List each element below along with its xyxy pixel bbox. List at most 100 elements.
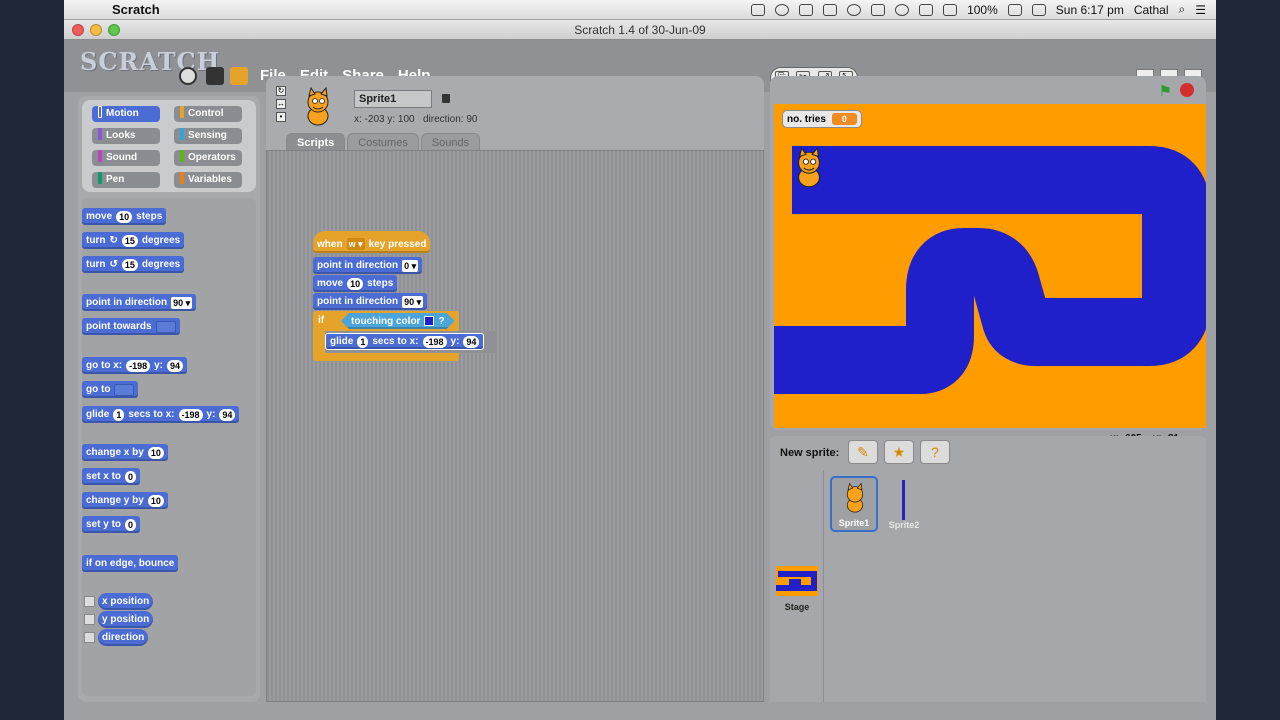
monitor-value: 0: [831, 113, 857, 125]
battery-icon[interactable]: [1007, 3, 1022, 16]
glide-block[interactable]: glide 1 secs to x: -198 y: 94: [82, 406, 240, 423]
when-key-pressed-hat[interactable]: when w key pressed: [313, 231, 431, 253]
category-sound[interactable]: Sound: [92, 150, 160, 166]
go-to-block[interactable]: go to: [82, 381, 139, 398]
bluetooth-icon[interactable]: [895, 3, 910, 16]
glide-block[interactable]: glide 1 secs to x: -198 y: 94: [325, 333, 485, 350]
x-input[interactable]: -198: [178, 408, 203, 421]
flag-icon[interactable]: [1031, 3, 1046, 16]
direction-checkbox[interactable]: [84, 632, 95, 643]
go-to-xy-block[interactable]: go to x: -198 y: 94: [82, 357, 188, 374]
y-input[interactable]: 94: [463, 335, 480, 348]
key-dropdown[interactable]: w: [346, 238, 365, 250]
turn-counterclockwise-block[interactable]: turn ↺ 15 degrees: [82, 256, 185, 273]
paint-new-sprite-button[interactable]: ✎: [848, 440, 878, 464]
x-position-checkbox[interactable]: [84, 596, 95, 607]
category-color: [98, 150, 102, 162]
category-variables[interactable]: Variables: [174, 172, 242, 188]
share-house-icon[interactable]: [230, 67, 248, 85]
category-pen[interactable]: Pen: [92, 172, 160, 188]
stage-thumbnail[interactable]: [776, 566, 818, 596]
x-position-reporter[interactable]: x position: [98, 593, 154, 610]
scripts-area[interactable]: when w key pressed point in direction0 m…: [266, 150, 764, 702]
y-position-checkbox[interactable]: [84, 614, 95, 625]
color-swatch[interactable]: [424, 316, 434, 326]
x-input[interactable]: -198: [422, 335, 447, 348]
block-text: point in direction: [86, 297, 168, 308]
move-steps-block[interactable]: move 10 steps: [82, 208, 167, 225]
status-icon-5[interactable]: [847, 3, 862, 16]
category-motion[interactable]: Motion: [92, 106, 160, 122]
number-input[interactable]: 15: [121, 258, 138, 271]
left-right-flip-icon[interactable]: ↔: [276, 99, 286, 109]
clock[interactable]: Sun 6:17 pm: [1056, 3, 1124, 17]
choose-sprite-from-file-button[interactable]: ★: [884, 440, 914, 464]
point-in-direction-block[interactable]: point in direction 90: [313, 293, 428, 310]
y-input[interactable]: 94: [167, 359, 184, 372]
change-x-block[interactable]: change x by 10: [82, 444, 168, 461]
point-in-direction-block[interactable]: point in direction 0: [313, 257, 423, 274]
number-input[interactable]: 10: [116, 210, 133, 223]
status-icon-2[interactable]: [775, 3, 790, 16]
y-position-reporter[interactable]: y position: [98, 611, 154, 628]
lock-icon[interactable]: [442, 94, 450, 103]
language-globe-icon[interactable]: [179, 67, 197, 85]
sprite-thumb-sprite2[interactable]: Sprite2: [880, 476, 928, 532]
rotate-all-around-icon[interactable]: ↻: [276, 86, 286, 96]
change-y-block[interactable]: change y by 10: [82, 492, 168, 509]
dont-rotate-icon[interactable]: •: [276, 112, 286, 122]
move-steps-block[interactable]: move 10 steps: [313, 275, 398, 292]
x-input[interactable]: -198: [126, 359, 151, 372]
tab-scripts[interactable]: Scripts: [286, 133, 346, 151]
point-towards-block[interactable]: point towards: [82, 318, 180, 335]
direction-dropdown[interactable]: 90: [402, 295, 424, 308]
number-input[interactable]: 10: [147, 494, 164, 507]
stop-sign-icon[interactable]: [1180, 83, 1194, 97]
green-flag-icon[interactable]: ⚑: [1159, 82, 1172, 100]
point-in-direction-block[interactable]: point in direction 90: [82, 294, 197, 311]
status-icon-4[interactable]: [823, 3, 838, 16]
user-name[interactable]: Cathal: [1134, 3, 1169, 17]
secs-input[interactable]: 1: [357, 335, 369, 348]
set-y-block[interactable]: set y to 0: [82, 516, 141, 533]
y-input[interactable]: 94: [219, 408, 236, 421]
touching-color-block[interactable]: touching color ?: [341, 313, 455, 329]
category-operators[interactable]: Operators: [174, 150, 242, 166]
status-icon-3[interactable]: [799, 3, 814, 16]
category-sensing[interactable]: Sensing: [174, 128, 242, 144]
random-sprite-button[interactable]: ?: [920, 440, 950, 464]
target-dropdown[interactable]: [114, 383, 135, 396]
direction-dropdown[interactable]: 0: [402, 259, 419, 272]
status-icon-6[interactable]: [871, 3, 886, 16]
stage[interactable]: no. tries 0: [774, 104, 1206, 428]
category-label: Sound: [106, 152, 138, 163]
bounce-block[interactable]: if on edge, bounce: [82, 555, 179, 572]
number-input[interactable]: 0: [125, 518, 137, 531]
direction-reporter[interactable]: direction: [98, 629, 149, 646]
direction-dropdown[interactable]: 90: [171, 296, 193, 309]
turn-clockwise-block[interactable]: turn ↻ 15 degrees: [82, 232, 185, 249]
battery-percent[interactable]: 100%: [967, 3, 998, 17]
number-input[interactable]: 10: [347, 277, 364, 290]
sprite-thumb-sprite1[interactable]: Sprite1: [830, 476, 878, 532]
category-looks[interactable]: Looks: [92, 128, 160, 144]
number-input[interactable]: 10: [147, 446, 164, 459]
cat-sprite[interactable]: [786, 146, 832, 192]
notification-icon[interactable]: ☰: [1195, 3, 1206, 17]
number-input[interactable]: 15: [121, 234, 138, 247]
number-input[interactable]: 0: [125, 470, 137, 483]
category-control[interactable]: Control: [174, 106, 242, 122]
save-icon[interactable]: [206, 67, 224, 85]
variable-monitor[interactable]: no. tries 0: [782, 110, 862, 128]
tab-sounds[interactable]: Sounds: [420, 133, 481, 151]
sprite-name-field[interactable]: Sprite1: [354, 90, 432, 108]
sprite-dropdown[interactable]: [155, 320, 176, 333]
tab-costumes[interactable]: Costumes: [347, 133, 419, 151]
wifi-icon[interactable]: [919, 3, 934, 16]
set-x-block[interactable]: set x to 0: [82, 468, 141, 485]
status-icon-1[interactable]: [751, 3, 766, 16]
spotlight-icon[interactable]: ⌕: [1179, 2, 1186, 17]
volume-icon[interactable]: [943, 3, 958, 16]
menubar-app-name[interactable]: Scratch: [112, 2, 160, 17]
secs-input[interactable]: 1: [113, 408, 125, 421]
